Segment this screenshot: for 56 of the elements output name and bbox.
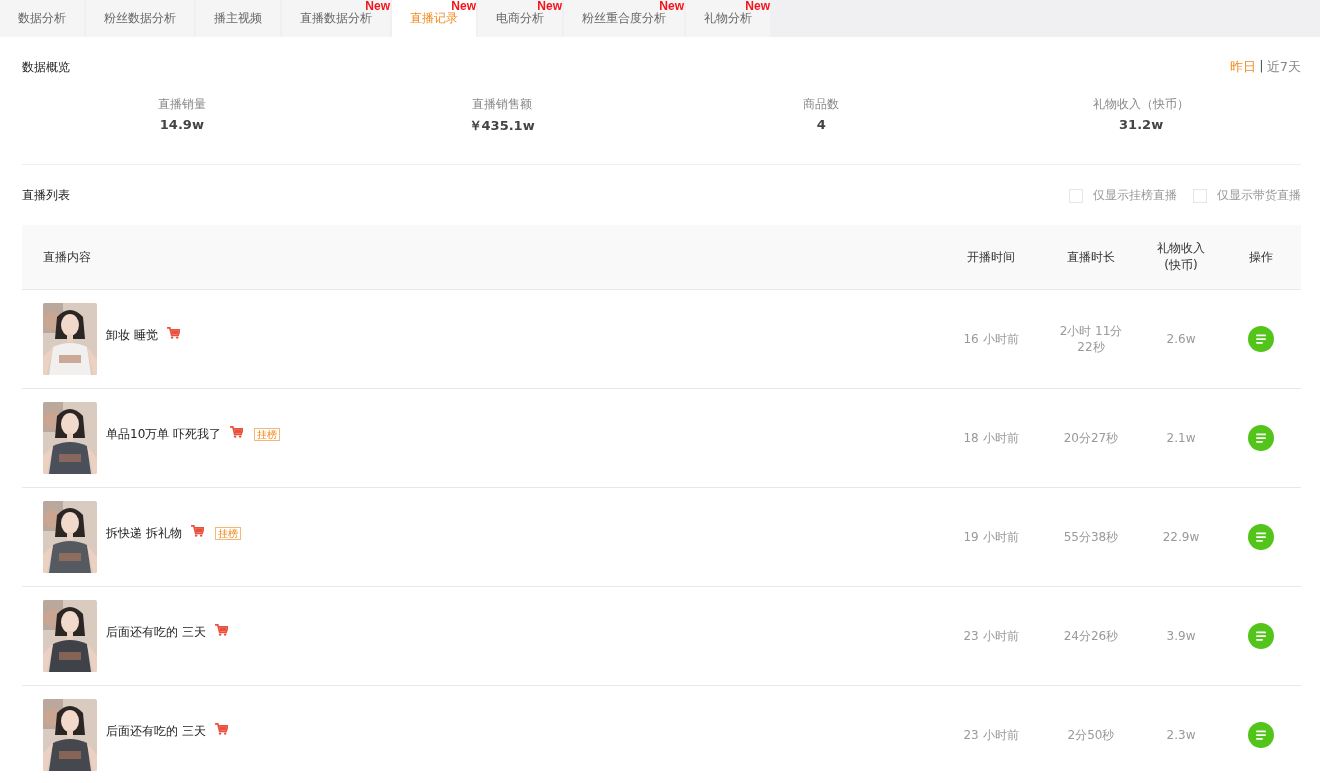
table-cell-text: 19 小时前 xyxy=(962,529,1020,545)
live-title[interactable]: 后面还有吃的 三天 xyxy=(106,624,206,641)
filter-label: 仅显示带货直播 xyxy=(1217,187,1301,204)
stat-value: 4 xyxy=(816,117,826,132)
period-link[interactable]: 近7天 xyxy=(1266,58,1301,76)
column-header: 直播内容 xyxy=(42,248,92,266)
table-cell-text: 24分26秒 xyxy=(1062,628,1120,644)
stat-label: 礼物收入（快币） xyxy=(1093,96,1190,113)
checkbox[interactable] xyxy=(1069,188,1083,203)
stat-value: ￥435.1w xyxy=(468,117,535,135)
details-button[interactable] xyxy=(1248,326,1274,352)
section-title: 直播列表 xyxy=(22,187,70,204)
table-cell-text: 16 小时前 xyxy=(962,331,1020,347)
details-button[interactable] xyxy=(1248,623,1274,649)
table-cell-text: 2.1w xyxy=(1165,430,1197,446)
tag: 挂榜 xyxy=(214,527,241,540)
tab[interactable]: 播主视频 xyxy=(196,0,280,37)
tag: 挂榜 xyxy=(254,428,281,441)
table-cell-text: 55分38秒 xyxy=(1062,529,1120,545)
table-cell-text: 2.3w xyxy=(1165,727,1197,743)
new-label: New xyxy=(745,0,770,12)
new-label: New xyxy=(659,0,684,12)
column-header: 操作 xyxy=(1248,248,1274,266)
section-title: 数据概览 xyxy=(22,58,70,76)
details-button[interactable] xyxy=(1248,524,1274,550)
tab[interactable]: 粉丝数据分析 xyxy=(86,0,194,37)
live-title[interactable]: 后面还有吃的 三天 xyxy=(106,723,206,740)
new-label: New xyxy=(451,0,476,12)
table-cell-text: 18 小时前 xyxy=(962,430,1020,446)
separator: | xyxy=(1259,58,1264,75)
column-header: 礼物收入 (快币) xyxy=(1156,240,1206,274)
checkbox[interactable] xyxy=(1193,188,1207,203)
stat-label: 直播销量 xyxy=(157,96,206,113)
stat-value: 31.2w xyxy=(1119,117,1164,132)
details-button[interactable] xyxy=(1248,425,1274,451)
live-title[interactable]: 拆快递 拆礼物 xyxy=(106,525,182,542)
table-cell-text: 2分50秒 xyxy=(1066,727,1116,743)
table-cell-text: 23 小时前 xyxy=(962,727,1020,743)
live-title[interactable]: 卸妆 睡觉 xyxy=(106,327,158,344)
table-cell-text: 23 小时前 xyxy=(962,628,1020,644)
column-header: 直播时长 xyxy=(1066,248,1116,266)
table-cell-text: 2.6w xyxy=(1165,331,1197,347)
column-header: 开播时间 xyxy=(966,248,1016,266)
stat-value: 14.9w xyxy=(159,117,204,132)
stat-label: 直播销售额 xyxy=(471,96,532,113)
table-cell-text: 22.9w xyxy=(1161,529,1201,545)
new-label: New xyxy=(537,0,562,12)
details-button[interactable] xyxy=(1248,722,1274,748)
table-cell-text: 2小时 11分 22秒 xyxy=(1058,323,1124,355)
table-cell-text: 3.9w xyxy=(1165,628,1197,644)
tab[interactable]: 数据分析 xyxy=(0,0,84,37)
new-label: New xyxy=(365,0,390,12)
live-title[interactable]: 单品10万单 吓死我了 xyxy=(106,426,222,443)
table-cell-text: 20分27秒 xyxy=(1062,430,1120,446)
stat-label: 商品数 xyxy=(803,96,840,113)
filter-label: 仅显示挂榜直播 xyxy=(1093,187,1177,204)
